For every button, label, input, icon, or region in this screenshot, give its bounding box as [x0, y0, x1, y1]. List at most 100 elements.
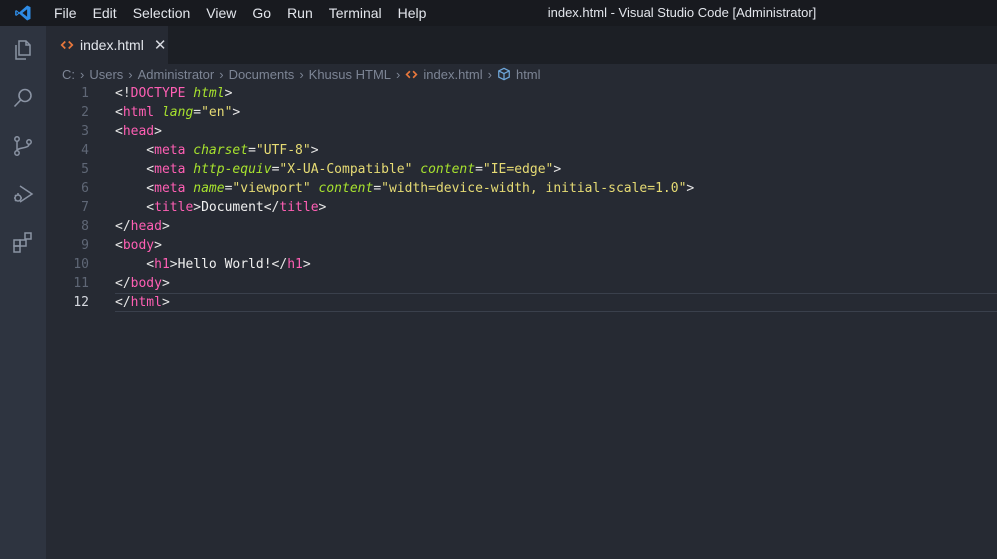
close-tab-icon[interactable]: ✕	[154, 36, 167, 54]
menu-run[interactable]: Run	[279, 0, 321, 26]
title-bar: File Edit Selection View Go Run Terminal…	[0, 0, 997, 26]
code-text: <meta name="viewport" content="width=dev…	[115, 179, 694, 198]
code-token: =	[193, 105, 202, 120]
code-token: <	[115, 162, 155, 177]
line-number: 5	[81, 162, 89, 177]
code-token: >	[224, 86, 233, 101]
code-token: meta	[154, 143, 186, 158]
code-token: >	[169, 257, 178, 272]
html-file-icon	[405, 68, 418, 81]
code-text: </html>	[115, 293, 170, 312]
code-token: head	[122, 124, 155, 139]
code-token: >	[686, 181, 695, 196]
code-token: name	[193, 181, 225, 196]
breadcrumb-drive[interactable]: C:	[62, 67, 75, 82]
code-token: >	[318, 200, 327, 215]
code-token: lang	[161, 105, 194, 120]
code-token: h1	[154, 257, 170, 272]
tab-label: index.html	[80, 37, 144, 53]
breadcrumb-separator: ›	[128, 66, 133, 82]
code-token: html	[122, 105, 155, 120]
line-number: 9	[81, 238, 89, 253]
code-text: <head>	[115, 122, 162, 141]
code-token: <	[115, 200, 155, 215]
code-text: <h1>Hello World!</h1>	[115, 255, 311, 274]
code-token: Hello World!	[177, 257, 272, 272]
line-number: 4	[81, 143, 89, 158]
search-icon[interactable]	[0, 74, 46, 122]
menu-view[interactable]: View	[198, 0, 244, 26]
code-editor[interactable]: 1 <!DOCTYPE html> 2 <html lang="en"> 3 <head>…	[46, 84, 997, 312]
breadcrumb-symbol[interactable]: html	[516, 67, 541, 82]
code-token: >	[302, 257, 311, 272]
code-line[interactable]: 5 <meta http-equiv = "X-UA-Compatible" con…	[46, 160, 997, 179]
code-text: </head>	[115, 217, 170, 236]
code-line[interactable]: 7 <title>Document</title>	[46, 198, 997, 217]
code-token: >	[232, 105, 241, 120]
line-number: 3	[81, 124, 89, 139]
menu-file[interactable]: File	[46, 0, 85, 26]
code-line[interactable]: 4 <meta charset="UTF-8">	[46, 141, 997, 160]
code-token: title	[154, 200, 194, 215]
breadcrumb-users[interactable]: Users	[89, 67, 123, 82]
code-line[interactable]: 2 <html lang="en">	[46, 103, 997, 122]
vscode-logo-icon	[0, 0, 46, 26]
breadcrumb-separator: ›	[299, 66, 304, 82]
code-token: <	[115, 238, 123, 253]
code-text: <body>	[115, 236, 162, 255]
code-line[interactable]: 12 </html>	[46, 293, 997, 312]
menu-edit[interactable]: Edit	[85, 0, 125, 26]
breadcrumb-file[interactable]: index.html	[423, 67, 482, 82]
line-number: 1	[81, 86, 89, 101]
source-control-icon[interactable]	[0, 122, 46, 170]
code-token: content	[318, 181, 374, 196]
breadcrumb-administrator[interactable]: Administrator	[138, 67, 215, 82]
run-debug-icon[interactable]	[0, 170, 46, 218]
extensions-icon[interactable]	[0, 218, 46, 266]
code-text: <!DOCTYPE html>	[115, 84, 232, 103]
editor-area: index.html ✕ C: › Users › Administrator …	[46, 26, 997, 559]
menu-go[interactable]: Go	[244, 0, 279, 26]
tab-index-html[interactable]: index.html ✕	[46, 26, 168, 64]
breadcrumb: C: › Users › Administrator › Documents ›…	[62, 64, 541, 84]
code-token: meta	[154, 162, 186, 177]
code-text: <html lang="en">	[115, 103, 240, 122]
code-token: <	[115, 257, 155, 272]
code-line[interactable]: 1 <!DOCTYPE html>	[46, 84, 997, 103]
code-token: <	[115, 181, 155, 196]
activity-bar	[0, 26, 46, 559]
code-token: "IE=edge"	[482, 162, 554, 177]
menu-selection[interactable]: Selection	[125, 0, 199, 26]
breadcrumb-khusus-html[interactable]: Khusus HTML	[309, 67, 391, 82]
code-token: html	[193, 86, 225, 101]
code-token: "width=device-width, initial-scale=1.0"	[381, 181, 687, 196]
breadcrumb-documents[interactable]: Documents	[229, 67, 295, 82]
code-token: </	[271, 257, 288, 272]
code-text: </body>	[115, 274, 170, 293]
code-token: DOCTYPE	[130, 86, 186, 101]
code-token: >	[553, 162, 562, 177]
code-token: <	[115, 143, 155, 158]
code-token: >	[161, 295, 170, 310]
code-line[interactable]: 9 <body>	[46, 236, 997, 255]
explorer-icon[interactable]	[0, 26, 46, 74]
code-line[interactable]: 3 <head>	[46, 122, 997, 141]
line-number: 10	[73, 257, 89, 272]
code-token: =	[248, 143, 256, 158]
code-line[interactable]: 6 <meta name="viewport" content="width=d…	[46, 179, 997, 198]
code-token: <	[115, 124, 123, 139]
tab-strip: index.html ✕	[46, 26, 997, 64]
code-line[interactable]: 8 </head>	[46, 217, 997, 236]
code-token: Document	[201, 200, 264, 215]
menu-terminal[interactable]: Terminal	[321, 0, 390, 26]
code-token: "X-UA-Compatible"	[279, 162, 413, 177]
code-line[interactable]: 10 <h1>Hello World!</h1>	[46, 255, 997, 274]
breadcrumb-separator: ›	[80, 66, 85, 82]
code-token: </	[115, 295, 131, 310]
menu-help[interactable]: Help	[390, 0, 435, 26]
code-line[interactable]: 11 </body>	[46, 274, 997, 293]
breadcrumb-separator: ›	[219, 66, 224, 82]
line-number: 11	[73, 276, 89, 291]
code-token: >	[154, 124, 162, 139]
